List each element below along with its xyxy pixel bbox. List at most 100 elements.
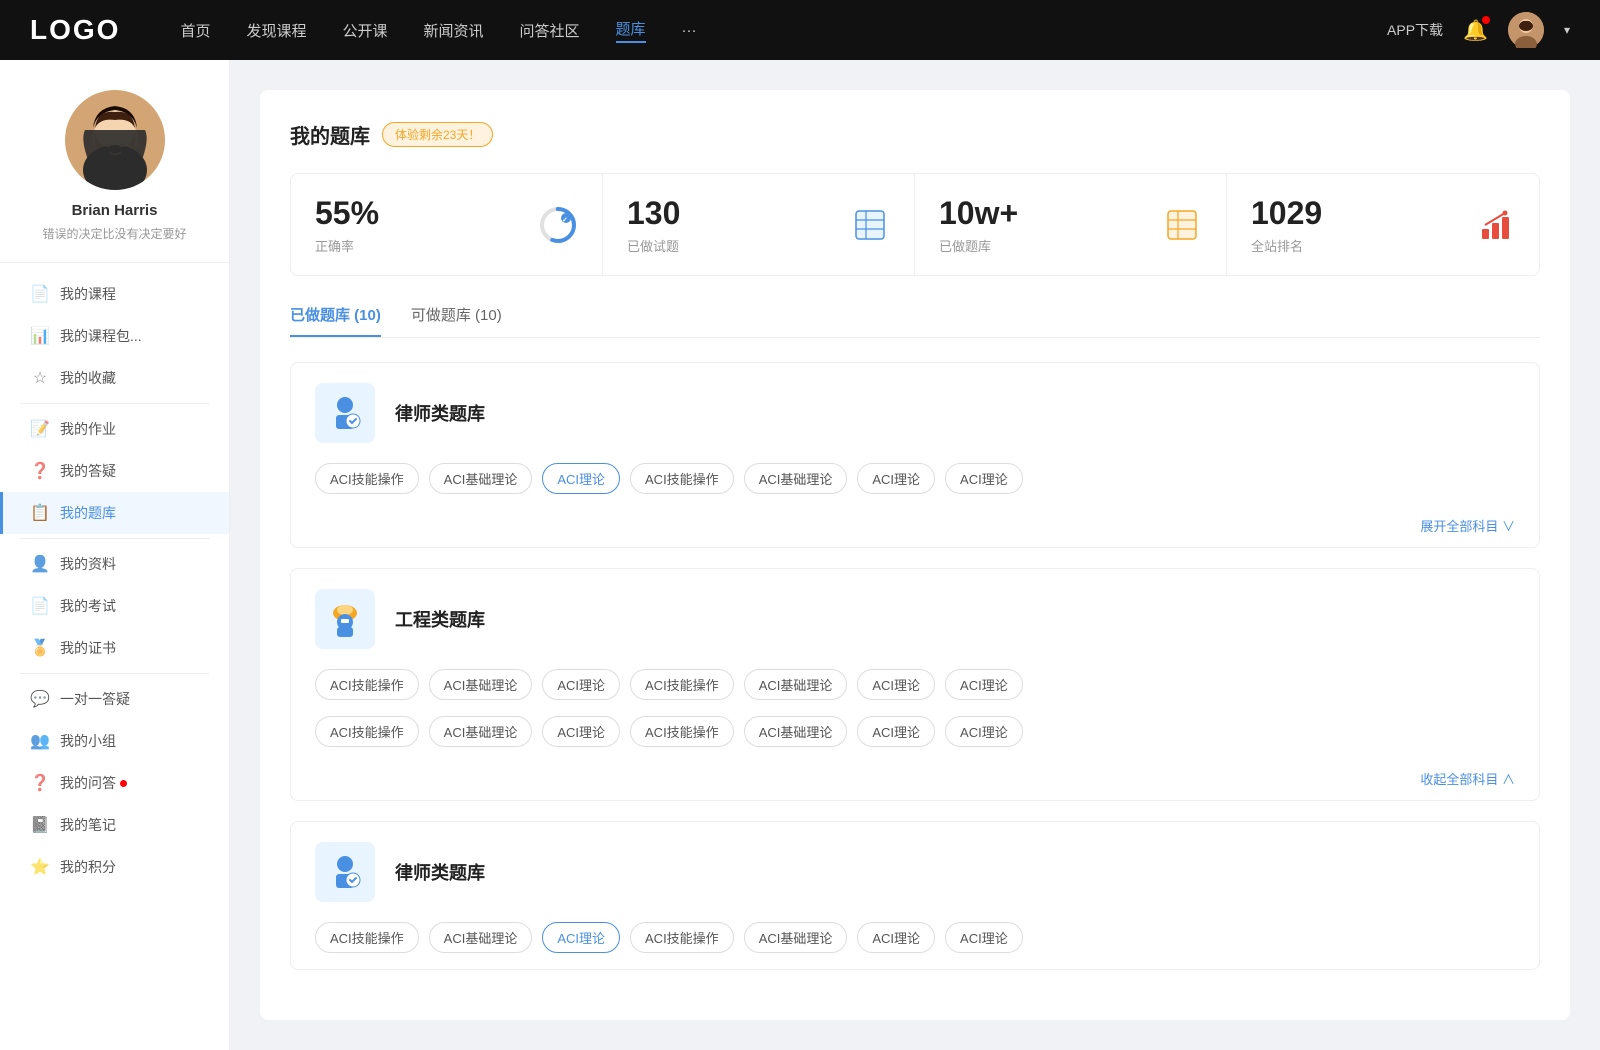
stat-ranking-group: 1029 全站排名: [1251, 194, 1461, 255]
bank-tag[interactable]: ACI理论: [542, 716, 620, 747]
bank-tag[interactable]: ACI技能操作: [315, 669, 419, 700]
sidebar-item-points[interactable]: ⭐ 我的积分: [0, 846, 229, 888]
sidebar-item-certificate[interactable]: 🏅 我的证书: [0, 627, 229, 669]
sidebar-item-favorites[interactable]: ☆ 我的收藏: [0, 357, 229, 399]
sidebar-item-myqa[interactable]: ❓ 我的问答: [0, 762, 229, 804]
sidebar-item-group[interactable]: 👥 我的小组: [0, 720, 229, 762]
tab-done[interactable]: 已做题库 (10): [290, 304, 381, 337]
nav-discover[interactable]: 发现课程: [246, 20, 306, 41]
avatar[interactable]: [1508, 12, 1544, 48]
sidebar-username: Brian Harris: [72, 202, 158, 219]
bank-tag[interactable]: ACI基础理论: [744, 463, 848, 494]
page-title: 我的题库: [290, 120, 370, 149]
navbar-right: APP下载 🔔 ▾: [1387, 12, 1570, 48]
bank-tag[interactable]: ACI基础理论: [744, 922, 848, 953]
page-wrapper: Brian Harris 错误的决定比没有决定要好 📄 我的课程 📊 我的课程包…: [0, 60, 1600, 1050]
coursepackage-icon: 📊: [30, 326, 50, 346]
sidebar-item-questionbank[interactable]: 📋 我的题库: [0, 492, 229, 534]
bank-tag[interactable]: ACI基础理论: [429, 716, 533, 747]
nav-questionbank[interactable]: 题库: [616, 18, 646, 43]
bank-expand-lawyer-1[interactable]: 展开全部科目 ∨: [291, 510, 1539, 547]
sidebar-item-notes[interactable]: 📓 我的笔记: [0, 804, 229, 846]
app-download-button[interactable]: APP下载: [1387, 20, 1443, 40]
points-icon: ⭐: [30, 857, 50, 877]
stat-done-questions-group: 130 已做试题: [627, 194, 836, 255]
bank-tag[interactable]: ACI基础理论: [744, 669, 848, 700]
stat-accuracy: 55% 正确率 ✓: [291, 174, 603, 275]
ranking-icon: [1475, 205, 1515, 245]
sidebar-item-qa[interactable]: ❓ 我的答疑: [0, 450, 229, 492]
stat-accuracy-label: 正确率: [315, 236, 524, 255]
bank-tag[interactable]: ACI技能操作: [315, 463, 419, 494]
bank-icon-engineer: [315, 589, 375, 649]
sidebar-item-homework[interactable]: 📝 我的作业: [0, 408, 229, 450]
notification-bell[interactable]: 🔔: [1463, 18, 1488, 43]
bank-tag[interactable]: ACI技能操作: [630, 463, 734, 494]
bank-tags-engineer-row2: ACI技能操作 ACI基础理论 ACI理论 ACI技能操作 ACI基础理论 AC…: [291, 716, 1539, 763]
bank-tags-lawyer-1: ACI技能操作 ACI基础理论 ACI理论 ACI技能操作 ACI基础理论 AC…: [291, 463, 1539, 510]
notification-dot: [1482, 16, 1490, 24]
sidebar-menu: 📄 我的课程 📊 我的课程包... ☆ 我的收藏 📝 我的作业 ❓ 我的答疑 �: [0, 263, 229, 898]
nav-news[interactable]: 新闻资讯: [424, 20, 484, 41]
logo[interactable]: LOGO: [30, 14, 120, 46]
group-icon: 👥: [30, 731, 50, 751]
qa-icon: ❓: [30, 461, 50, 481]
sidebar-item-exam[interactable]: 📄 我的考试: [0, 585, 229, 627]
homework-icon: 📝: [30, 419, 50, 439]
stat-ranking-value: 1029: [1251, 194, 1461, 232]
bank-header-lawyer-1: 律师类题库: [291, 363, 1539, 463]
questionbank-icon: 📋: [30, 503, 50, 523]
divider-3: [20, 673, 209, 674]
bank-tag[interactable]: ACI技能操作: [630, 922, 734, 953]
divider-2: [20, 538, 209, 539]
bank-section-lawyer-2: 律师类题库 ACI技能操作 ACI基础理论 ACI理论 ACI技能操作 ACI基…: [290, 821, 1540, 970]
bank-tag[interactable]: ACI理论: [945, 669, 1023, 700]
bank-collapse-engineer[interactable]: 收起全部科目 ∧: [291, 763, 1539, 800]
bank-tag[interactable]: ACI技能操作: [315, 716, 419, 747]
bank-tag[interactable]: ACI基础理论: [744, 716, 848, 747]
stat-accuracy-value: 55%: [315, 194, 524, 232]
bank-tag[interactable]: ACI基础理论: [429, 922, 533, 953]
sidebar: Brian Harris 错误的决定比没有决定要好 📄 我的课程 📊 我的课程包…: [0, 60, 230, 1050]
bank-tags-engineer-row1: ACI技能操作 ACI基础理论 ACI理论 ACI技能操作 ACI基础理论 AC…: [291, 669, 1539, 716]
profile-icon: 👤: [30, 554, 50, 574]
bank-tag[interactable]: ACI理论: [857, 716, 935, 747]
exam-icon: 📄: [30, 596, 50, 616]
svg-text:✓: ✓: [562, 217, 568, 224]
bank-title-lawyer-2: 律师类题库: [395, 859, 485, 885]
tab-available[interactable]: 可做题库 (10): [411, 304, 502, 337]
stat-done-banks-value: 10w+: [939, 194, 1148, 232]
done-banks-icon: [1162, 205, 1202, 245]
sidebar-item-profile[interactable]: 👤 我的资料: [0, 543, 229, 585]
bank-tag[interactable]: ACI理论: [945, 922, 1023, 953]
bank-tag[interactable]: ACI技能操作: [630, 716, 734, 747]
notes-icon: 📓: [30, 815, 50, 835]
bank-tag[interactable]: ACI技能操作: [630, 669, 734, 700]
nav-more[interactable]: ···: [682, 22, 697, 39]
bank-tag-active[interactable]: ACI理论: [542, 463, 620, 494]
bank-tag[interactable]: ACI理论: [945, 716, 1023, 747]
bank-tag[interactable]: ACI理论: [945, 463, 1023, 494]
bank-tag[interactable]: ACI基础理论: [429, 463, 533, 494]
sidebar-item-mycourse[interactable]: 📄 我的课程: [0, 273, 229, 315]
nav-qa[interactable]: 问答社区: [520, 20, 580, 41]
stat-done-banks-group: 10w+ 已做题库: [939, 194, 1148, 255]
bank-tag[interactable]: ACI理论: [857, 922, 935, 953]
bank-tag[interactable]: ACI基础理论: [429, 669, 533, 700]
bank-tag[interactable]: ACI理论: [857, 463, 935, 494]
bank-tag[interactable]: ACI理论: [542, 669, 620, 700]
bank-tag-active[interactable]: ACI理论: [542, 922, 620, 953]
nav-links: 首页 发现课程 公开课 新闻资讯 问答社区 题库 ···: [180, 18, 1387, 43]
content-card: 我的题库 体验剩余23天！ 55% 正确率 ✓: [260, 90, 1570, 1020]
bank-tag[interactable]: ACI技能操作: [315, 922, 419, 953]
done-questions-icon: [850, 205, 890, 245]
nav-opencourse[interactable]: 公开课: [342, 20, 387, 41]
sidebar-item-coursepackage[interactable]: 📊 我的课程包...: [0, 315, 229, 357]
bank-tag[interactable]: ACI理论: [857, 669, 935, 700]
sidebar-profile: Brian Harris 错误的决定比没有决定要好: [0, 90, 229, 263]
main-content: 我的题库 体验剩余23天！ 55% 正确率 ✓: [230, 60, 1600, 1050]
navbar-dropdown-arrow[interactable]: ▾: [1564, 23, 1570, 37]
accuracy-icon: ✓: [538, 205, 578, 245]
sidebar-item-1on1[interactable]: 💬 一对一答疑: [0, 678, 229, 720]
nav-home[interactable]: 首页: [180, 20, 210, 41]
